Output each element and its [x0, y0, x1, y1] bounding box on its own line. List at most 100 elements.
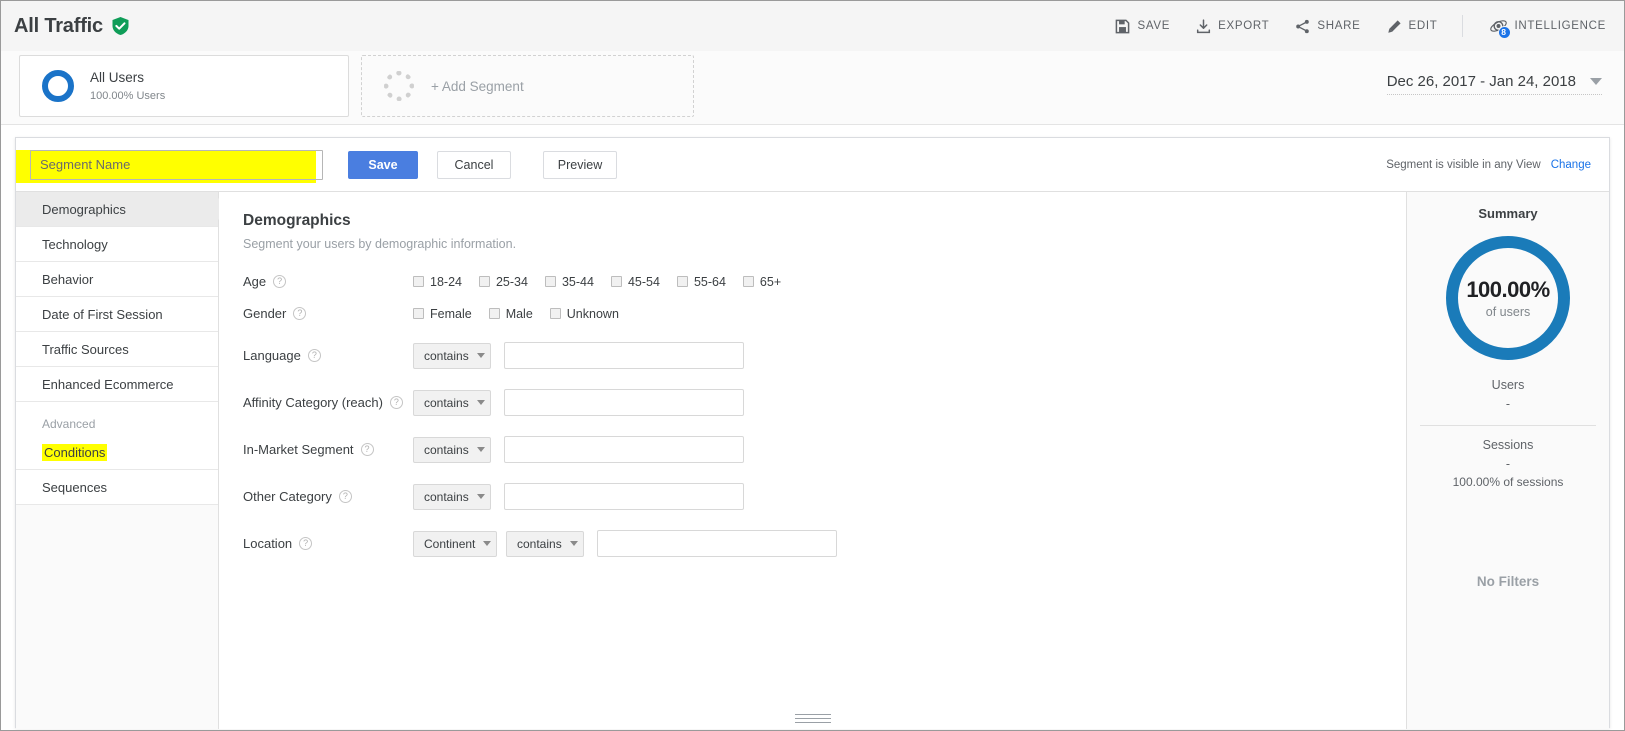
change-visibility-link[interactable]: Change — [1551, 159, 1591, 171]
affinity-operator-select[interactable]: contains — [413, 390, 491, 416]
export-label: EXPORT — [1218, 20, 1269, 32]
checkbox[interactable] — [545, 276, 556, 287]
checkbox[interactable] — [550, 308, 561, 319]
header-divider — [1462, 15, 1463, 37]
share-button[interactable]: SHARE — [1295, 19, 1360, 34]
save-label: SAVE — [1137, 20, 1170, 32]
sidebar-item-behavior[interactable]: Behavior — [16, 262, 218, 297]
field-row-language: Language ? contains — [243, 342, 1406, 369]
preview-button[interactable]: Preview — [543, 151, 617, 179]
field-row-in-market-segment: In-Market Segment ? contains — [243, 436, 1406, 463]
help-icon[interactable]: ? — [299, 537, 312, 550]
field-row-location: Location ? Continent contains — [243, 530, 1406, 557]
chevron-down-icon — [477, 353, 485, 358]
sidebar-item-technology[interactable]: Technology — [16, 227, 218, 262]
gender-option[interactable]: Male — [489, 307, 533, 321]
checkbox[interactable] — [611, 276, 622, 287]
sidebar-item-demographics[interactable]: Demographics — [16, 192, 218, 227]
age-option[interactable]: 45-54 — [611, 275, 660, 289]
save-button[interactable]: SAVE — [1115, 19, 1170, 34]
intelligence-icon: 8 — [1489, 18, 1508, 35]
panel-resize-handle[interactable] — [795, 714, 831, 726]
inmarket-operator-select[interactable]: contains — [413, 437, 491, 463]
intelligence-button[interactable]: 8 INTELLIGENCE — [1489, 18, 1606, 35]
affinity-operator-value: contains — [424, 396, 469, 410]
sidebar-item-label: Conditions — [42, 444, 107, 461]
location-label: Location — [243, 536, 292, 551]
affinity-value-input[interactable] — [504, 389, 744, 416]
other-category-value-input[interactable] — [504, 483, 744, 510]
gender-option-label: Unknown — [567, 307, 619, 321]
segment-chip-all-users[interactable]: All Users 100.00% Users — [19, 55, 349, 117]
summary-users-value: - — [1407, 397, 1609, 411]
age-option[interactable]: 18-24 — [413, 275, 462, 289]
age-option[interactable]: 65+ — [743, 275, 781, 289]
help-icon[interactable]: ? — [361, 443, 374, 456]
help-icon[interactable]: ? — [308, 349, 321, 362]
segment-name-wrap — [30, 150, 323, 180]
sidebar-item-conditions[interactable]: Conditions — [16, 435, 218, 470]
inmarket-value-input[interactable] — [504, 436, 744, 463]
location-operator-value: contains — [517, 537, 562, 551]
segment-chip-name: All Users — [90, 69, 165, 87]
checkbox[interactable] — [743, 276, 754, 287]
summary-sessions-percent: 100.00% of sessions — [1407, 475, 1609, 489]
help-icon[interactable]: ? — [339, 490, 352, 503]
age-option[interactable]: 35-44 — [545, 275, 594, 289]
age-option[interactable]: 55-64 — [677, 275, 726, 289]
location-value-input[interactable] — [597, 530, 837, 557]
language-value-input[interactable] — [504, 342, 744, 369]
age-option-label: 65+ — [760, 275, 781, 289]
chevron-down-icon — [477, 400, 485, 405]
language-operator-select[interactable]: contains — [413, 343, 491, 369]
age-option-label: 45-54 — [628, 275, 660, 289]
save-segment-button[interactable]: Save — [348, 151, 418, 179]
age-option[interactable]: 25-34 — [479, 275, 528, 289]
help-icon[interactable]: ? — [390, 396, 403, 409]
sidebar-item-traffic-sources[interactable]: Traffic Sources — [16, 332, 218, 367]
segment-name-input[interactable] — [30, 150, 323, 180]
builder-main-panel: Demographics Segment your users by demog… — [219, 191, 1406, 729]
share-label: SHARE — [1317, 20, 1360, 32]
sidebar-item-date-of-first-session[interactable]: Date of First Session — [16, 297, 218, 332]
affinity-label-wrap: Affinity Category (reach) ? — [243, 395, 413, 410]
help-icon[interactable]: ? — [293, 307, 306, 320]
export-button[interactable]: EXPORT — [1196, 19, 1269, 34]
checkbox[interactable] — [413, 276, 424, 287]
gender-option[interactable]: Female — [413, 307, 472, 321]
segment-ring-icon — [42, 70, 74, 102]
age-label-wrap: Age ? — [243, 274, 413, 289]
sidebar-item-enhanced-ecommerce[interactable]: Enhanced Ecommerce — [16, 367, 218, 402]
other-category-operator-select[interactable]: contains — [413, 484, 491, 510]
help-icon[interactable]: ? — [273, 275, 286, 288]
summary-donut-chart: 100.00% of users — [1446, 236, 1570, 360]
summary-divider — [1420, 425, 1596, 426]
affinity-label: Affinity Category (reach) — [243, 395, 383, 410]
add-segment-button[interactable]: + Add Segment — [361, 55, 694, 117]
checkbox[interactable] — [677, 276, 688, 287]
summary-sessions-label: Sessions — [1407, 438, 1609, 452]
checkbox[interactable] — [489, 308, 500, 319]
age-option-label: 25-34 — [496, 275, 528, 289]
age-option-label: 55-64 — [694, 275, 726, 289]
location-operator-select[interactable]: contains — [506, 531, 584, 557]
sidebar-item-label: Technology — [42, 237, 108, 252]
sidebar-group-advanced: Advanced — [16, 402, 218, 435]
gender-label: Gender — [243, 306, 286, 321]
gender-option[interactable]: Unknown — [550, 307, 619, 321]
intelligence-badge: 8 — [1498, 26, 1511, 39]
checkbox[interactable] — [479, 276, 490, 287]
builder-body: Demographics Technology Behavior Date of… — [16, 191, 1609, 729]
checkbox[interactable] — [413, 308, 424, 319]
segment-bar: All Users 100.00% Users + Add Segment De… — [1, 51, 1624, 125]
top-header-bar: All Traffic SAVE — [1, 1, 1624, 51]
edit-button[interactable]: EDIT — [1387, 19, 1438, 34]
location-scope-select[interactable]: Continent — [413, 531, 497, 557]
add-segment-label: + Add Segment — [431, 79, 524, 94]
sidebar-item-sequences[interactable]: Sequences — [16, 470, 218, 505]
segment-builder-panel: Save Cancel Preview Segment is visible i… — [15, 137, 1610, 728]
cancel-button[interactable]: Cancel — [437, 151, 511, 179]
date-range-picker[interactable]: Dec 26, 2017 - Jan 24, 2018 — [1387, 73, 1602, 95]
export-download-icon — [1196, 19, 1211, 34]
visibility-text: Segment is visible in any View — [1386, 159, 1540, 171]
